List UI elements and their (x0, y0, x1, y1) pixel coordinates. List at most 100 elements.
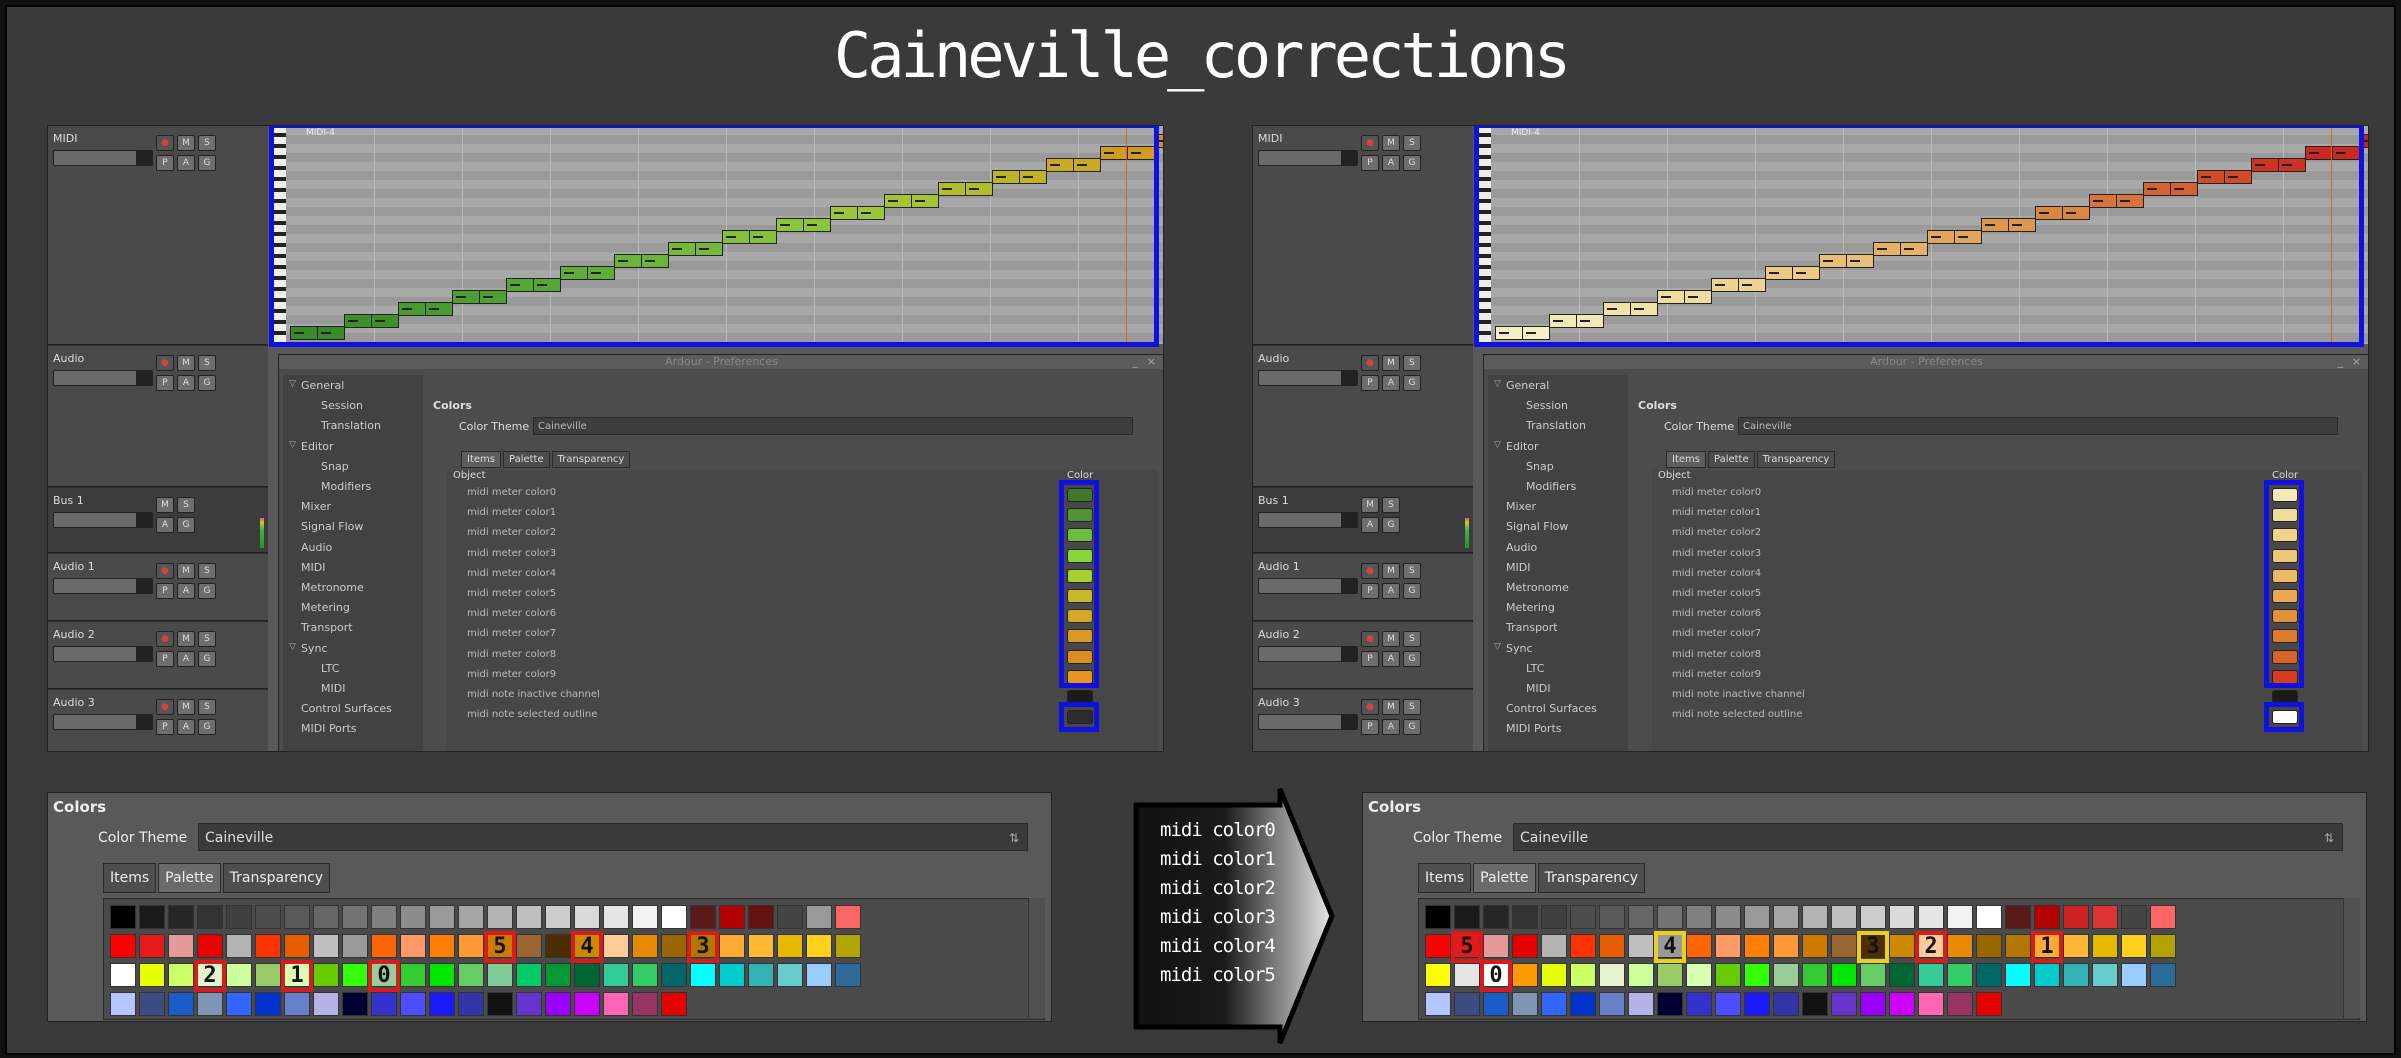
mute-button[interactable]: M (1382, 699, 1400, 715)
tree-item[interactable]: Metering (301, 601, 350, 614)
palette-swatch[interactable] (719, 905, 745, 929)
palette-swatch[interactable] (690, 963, 716, 987)
mute-button[interactable]: M (177, 631, 195, 647)
palette-swatch[interactable] (226, 905, 252, 929)
palette-swatch[interactable] (748, 905, 774, 929)
expander-icon[interactable]: ▽ (1494, 642, 1501, 652)
playlist-button[interactable]: P (1361, 719, 1379, 735)
track-header[interactable]: Bus 1MSAG (48, 488, 268, 553)
palette-swatch[interactable] (110, 992, 136, 1016)
solo-button[interactable]: S (1403, 631, 1421, 647)
palette-swatch[interactable] (1947, 992, 1973, 1016)
palette-swatch[interactable] (313, 992, 339, 1016)
playlist-button[interactable]: P (156, 155, 174, 171)
palette-swatch[interactable] (400, 963, 426, 987)
palette-swatch[interactable] (1744, 934, 1770, 958)
palette-swatch[interactable] (1512, 934, 1538, 958)
tree-item[interactable]: Audio (301, 541, 332, 554)
palette-swatch[interactable] (661, 905, 687, 929)
palette-swatch[interactable] (661, 934, 687, 958)
palette-swatch[interactable] (1541, 905, 1567, 929)
record-button[interactable]: ● (156, 631, 174, 647)
palette-swatch[interactable] (1454, 992, 1480, 1016)
automation-button[interactable]: A (177, 155, 195, 171)
object-row[interactable]: midi meter color5 (1652, 585, 2312, 605)
palette-swatch[interactable] (342, 963, 368, 987)
group-button[interactable]: G (198, 719, 216, 735)
object-row[interactable]: midi meter color8 (447, 646, 1107, 666)
object-row[interactable]: midi meter color4 (447, 565, 1107, 585)
track-header[interactable]: Bus 1MSAG (1253, 488, 1473, 553)
automation-button[interactable]: A (1382, 651, 1400, 667)
palette-swatch[interactable] (1599, 905, 1625, 929)
color-theme-select[interactable]: Caineville (1738, 417, 2338, 435)
tree-item[interactable]: General (301, 379, 344, 392)
palette-swatch[interactable] (777, 905, 803, 929)
palette-swatch[interactable] (1570, 992, 1596, 1016)
mute-button[interactable]: M (156, 497, 174, 513)
tab-palette[interactable]: Palette (1473, 863, 1536, 893)
palette-swatch[interactable] (2092, 963, 2118, 987)
palette-swatch[interactable] (1512, 963, 1538, 987)
group-button[interactable]: G (1403, 651, 1421, 667)
mute-button[interactable]: M (177, 699, 195, 715)
palette-swatch[interactable] (168, 963, 194, 987)
palette-swatch[interactable] (1831, 963, 1857, 987)
palette-swatch[interactable] (661, 992, 687, 1016)
tree-item[interactable]: Snap (321, 460, 349, 473)
object-row[interactable]: midi note selected outline (1652, 706, 2312, 726)
mute-button[interactable]: M (177, 135, 195, 151)
palette-swatch[interactable] (1744, 992, 1770, 1016)
palette-swatch[interactable] (168, 934, 194, 958)
mute-button[interactable]: M (1382, 355, 1400, 371)
palette-swatch[interactable] (487, 905, 513, 929)
palette-swatch[interactable] (2121, 963, 2147, 987)
tree-item[interactable]: Signal Flow (301, 520, 363, 533)
palette-swatch[interactable] (1425, 963, 1451, 987)
object-row[interactable]: midi meter color4 (1652, 565, 2312, 585)
track-header[interactable]: Audio ● M S P A G (1253, 346, 1473, 487)
track-header[interactable]: Audio ● M S P A G (48, 346, 268, 487)
palette-swatch[interactable] (545, 934, 571, 958)
palette-swatch[interactable] (2063, 905, 2089, 929)
track-header[interactable]: Audio 2 ● M S P A G (48, 622, 268, 689)
solo-button[interactable]: S (198, 135, 216, 151)
palette-swatch[interactable] (1802, 934, 1828, 958)
object-row[interactable]: midi note selected outline (447, 706, 1107, 726)
palette-swatch[interactable] (255, 992, 281, 1016)
mute-button[interactable]: M (177, 355, 195, 371)
palette-swatch[interactable] (1889, 934, 1915, 958)
object-row[interactable]: midi meter color6 (1652, 605, 2312, 625)
close-button[interactable]: × (1147, 355, 1156, 368)
palette-swatch[interactable] (1512, 992, 1538, 1016)
palette-swatch[interactable] (197, 905, 223, 929)
palette-swatch[interactable] (400, 934, 426, 958)
automation-button[interactable]: A (177, 375, 195, 391)
palette-swatch[interactable] (690, 905, 716, 929)
palette-swatch[interactable] (429, 992, 455, 1016)
mute-button[interactable]: M (1382, 631, 1400, 647)
palette-swatch[interactable] (1686, 934, 1712, 958)
tab-items[interactable]: Items (1418, 863, 1472, 893)
gain-fader[interactable] (53, 646, 153, 662)
object-row[interactable]: midi note inactive channel (1652, 686, 2312, 706)
palette-swatch[interactable] (1570, 934, 1596, 958)
palette-swatch[interactable] (458, 963, 484, 987)
gain-fader[interactable] (53, 512, 153, 528)
palette-scrollbar[interactable] (2343, 898, 2360, 1018)
palette-swatch[interactable] (661, 963, 687, 987)
group-button[interactable]: G (198, 375, 216, 391)
palette-scrollbar[interactable] (1028, 898, 1045, 1018)
palette-swatch[interactable] (2121, 934, 2147, 958)
palette-swatch[interactable] (342, 934, 368, 958)
playlist-button[interactable]: P (1361, 375, 1379, 391)
automation-button[interactable]: A (177, 719, 195, 735)
tree-item[interactable]: Mixer (1506, 500, 1536, 513)
playlist-button[interactable]: P (156, 719, 174, 735)
palette-swatch[interactable] (110, 905, 136, 929)
track-header[interactable]: Audio 1 ● M S P A G (1253, 554, 1473, 621)
tree-item[interactable]: MIDI (1526, 682, 1550, 695)
palette-swatch[interactable] (487, 992, 513, 1016)
tree-item[interactable]: Metering (1506, 601, 1555, 614)
minimize-button[interactable]: _ (1133, 355, 1139, 368)
